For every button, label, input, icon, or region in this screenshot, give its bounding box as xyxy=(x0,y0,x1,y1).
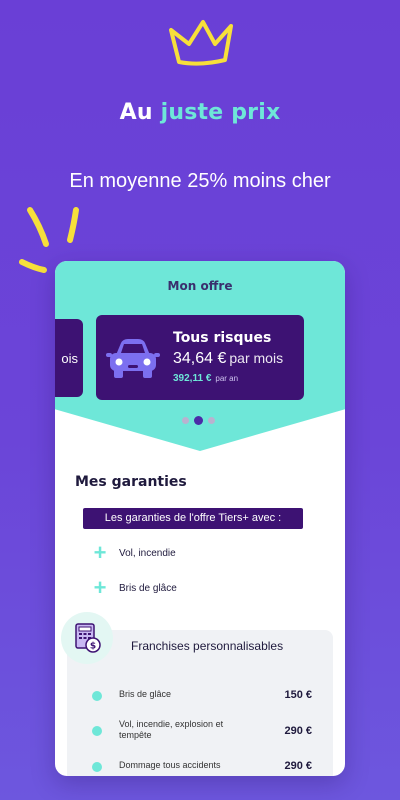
per-year-label: par an xyxy=(215,374,239,383)
headline: Au juste prix xyxy=(0,100,400,125)
previous-offer-card[interactable]: ois xyxy=(55,319,83,397)
carousel-dot-active[interactable] xyxy=(194,416,203,425)
carousel-indicator[interactable] xyxy=(182,416,215,425)
document-coins-icon: $ xyxy=(75,623,101,653)
guarantees-banner: Les garanties de l'offre Tiers+ avec : xyxy=(83,508,303,529)
bullet-icon xyxy=(92,726,102,736)
franchise-amount: 150 € xyxy=(284,689,312,701)
phone-mockup: Mon offre ois Tous risques 34,64 € par mo… xyxy=(55,261,345,776)
plus-icon: + xyxy=(93,540,107,565)
carousel-dot[interactable] xyxy=(182,417,189,424)
franchise-amount: 290 € xyxy=(284,760,312,772)
franchises-title: Franchises personnalisables xyxy=(131,639,284,653)
monthly-price: 34,64 € xyxy=(173,350,227,367)
headline-part1: Au xyxy=(119,100,161,125)
bullet-icon xyxy=(92,762,102,772)
franchise-icon-badge: $ xyxy=(61,612,113,664)
guarantees-title: Mes garanties xyxy=(75,474,187,490)
subtitle: En moyenne 25% moins cher xyxy=(69,170,331,192)
car-icon xyxy=(106,339,160,378)
offer-title: Mon offre xyxy=(167,279,233,293)
per-month-label: par mois xyxy=(229,350,284,366)
franchise-amount: 290 € xyxy=(284,725,312,737)
guarantee-label: Vol, incendie xyxy=(119,547,176,559)
guarantee-item: + Bris de glâce xyxy=(91,575,177,600)
carousel-dot[interactable] xyxy=(208,417,215,424)
crown-icon xyxy=(169,20,233,66)
guarantee-label: Bris de glâce xyxy=(119,582,177,594)
offer-card-annual: 392,11 € par an xyxy=(173,373,238,384)
franchise-label: Bris de glâce xyxy=(119,689,172,699)
svg-text:$: $ xyxy=(90,642,96,652)
franchise-label: Vol, incendie, explosion et tempête xyxy=(119,719,224,740)
offer-card[interactable]: Tous risques 34,64 € par mois 392,11 € par… xyxy=(96,315,304,400)
bullet-icon xyxy=(92,691,102,701)
plus-icon: + xyxy=(93,575,107,600)
guarantee-item: + Vol, incendie xyxy=(91,540,176,565)
previous-offer-text: ois xyxy=(61,351,78,366)
annual-price: 392,11 € xyxy=(173,373,212,384)
franchise-label: Dommage tous accidents xyxy=(119,760,221,770)
offer-card-price: 34,64 € par mois xyxy=(173,350,283,368)
offer-card-title: Tous risques xyxy=(173,330,272,346)
headline-accent: juste prix xyxy=(160,100,281,125)
